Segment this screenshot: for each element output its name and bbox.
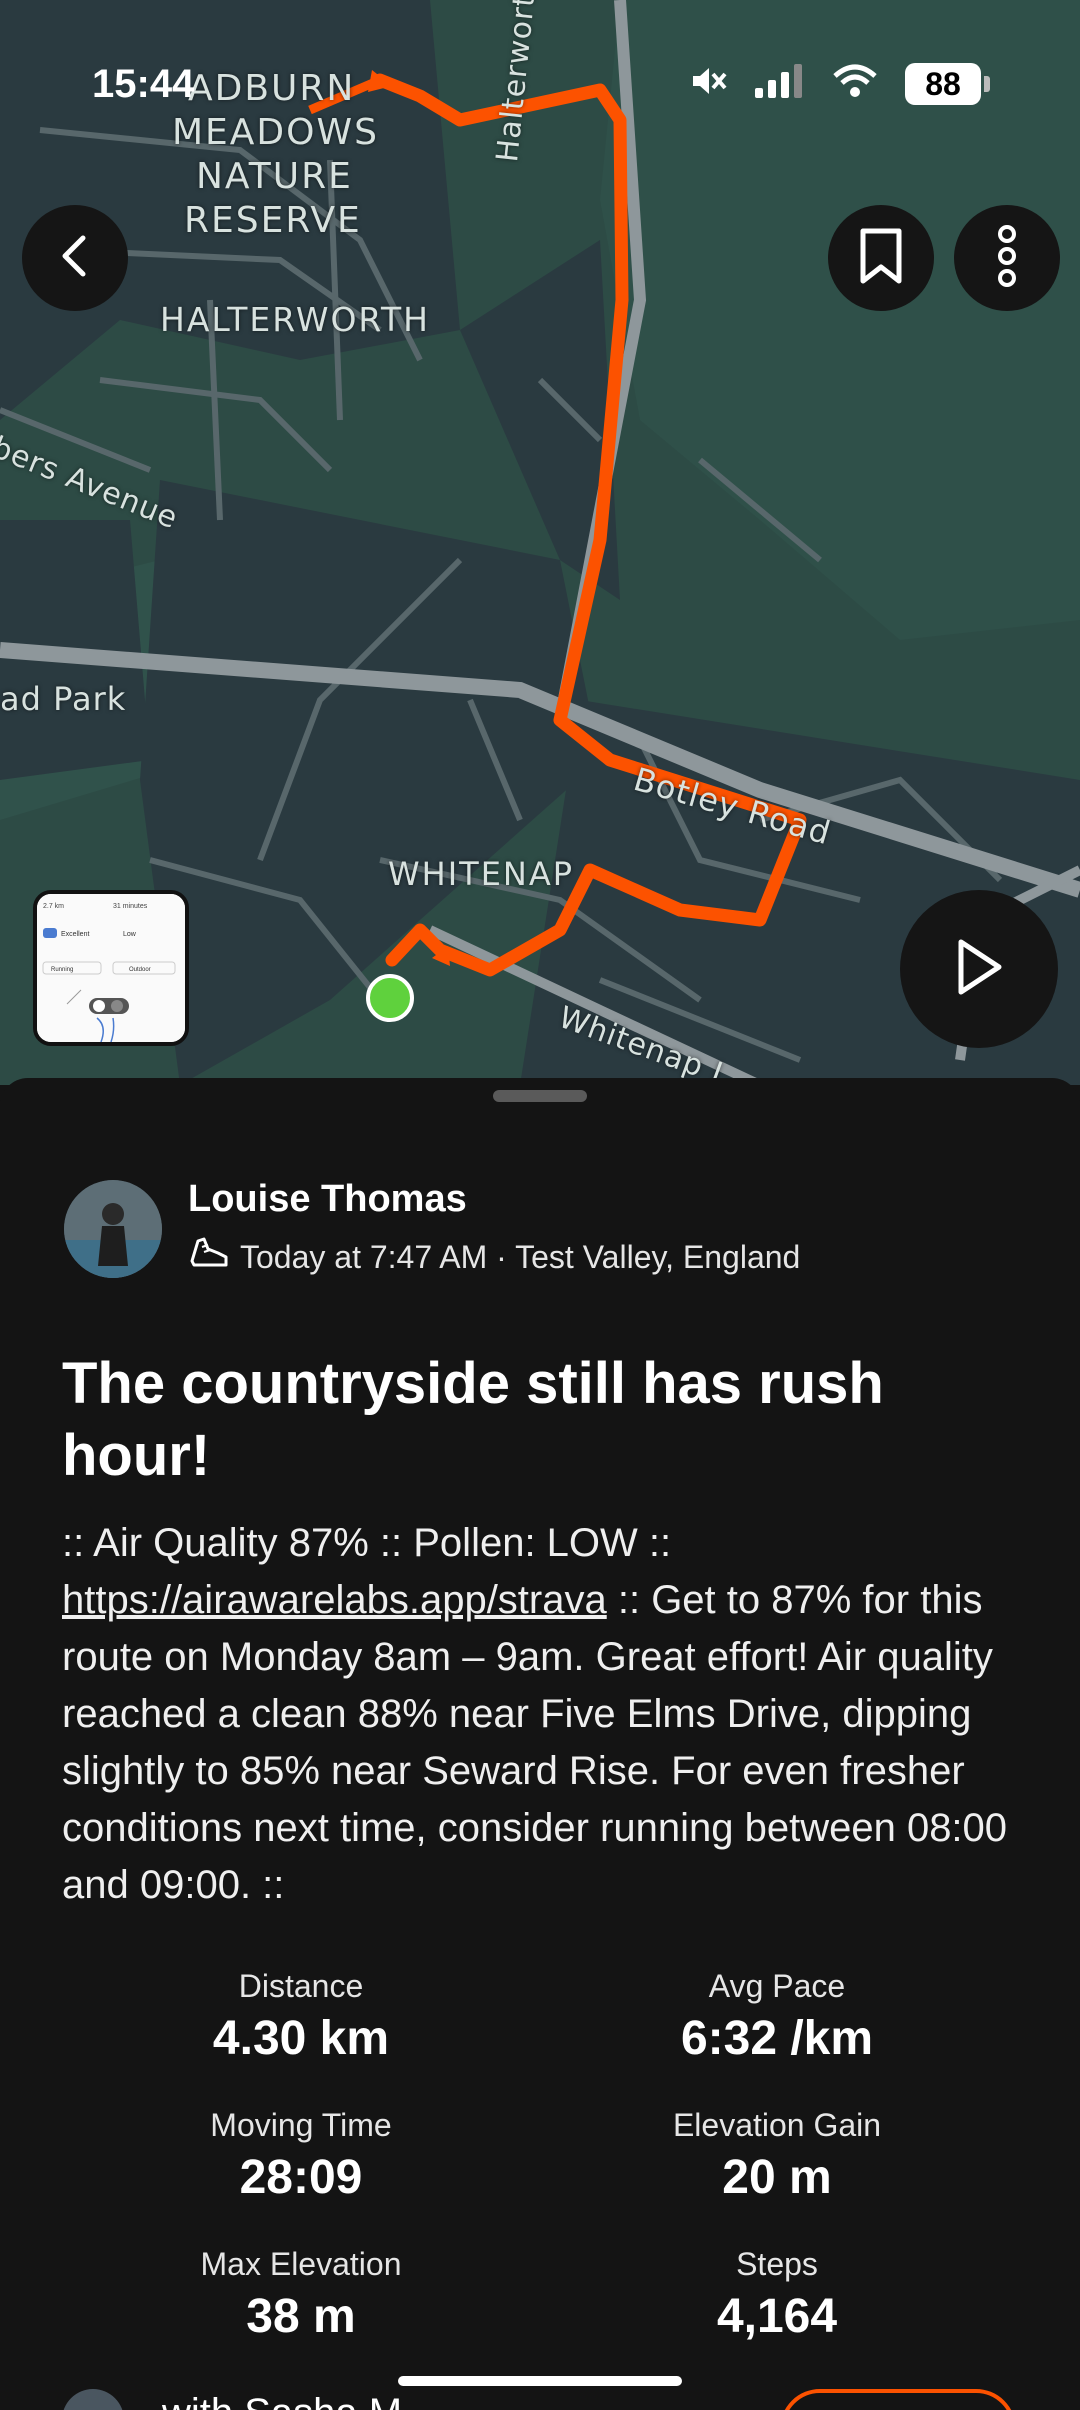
- sheet-drag-handle[interactable]: [493, 1090, 587, 1102]
- silent-mode-icon: [689, 62, 727, 105]
- activity-details-sheet[interactable]: Louise Thomas Today at 7:47 AM · Test Va…: [0, 1078, 1080, 2410]
- activity-meta: Today at 7:47 AM · Test Valley, England: [240, 1238, 801, 1275]
- stat-avg-pace: Avg Pace 6:32 /km: [577, 1968, 977, 2066]
- running-shoe-icon: [188, 1235, 230, 1279]
- stat-value: 4.30 km: [212, 2012, 390, 2065]
- map-label-whitenap: WHITENAP: [388, 855, 575, 893]
- thumb-distance: 2.7 km: [43, 903, 64, 910]
- bookmark-icon: [857, 227, 905, 290]
- status-time: 15:44: [92, 62, 195, 106]
- group-member-avatar[interactable]: [62, 2389, 124, 2410]
- description-suffix: :: Get to 87% for this route on Monday 8…: [62, 1578, 1008, 1907]
- route-map[interactable]: ADBURN MEADOWS NATURE RESERVE HALTERWORT…: [0, 0, 1080, 1085]
- stat-label: Avg Pace: [708, 1968, 846, 2004]
- more-vertical-icon: [995, 224, 1019, 293]
- athlete-name[interactable]: Louise Thomas: [188, 1178, 800, 1221]
- activity-photo-thumbnail[interactable]: 2.7 km 31 minutes Excellent Low Running …: [33, 890, 189, 1046]
- play-flyover-button[interactable]: [900, 890, 1058, 1048]
- description-link[interactable]: https://airawarelabs.app/strava: [62, 1578, 607, 1622]
- thumb-air: Excellent: [61, 931, 89, 938]
- stat-label: Elevation Gain: [672, 2107, 882, 2143]
- stat-moving-time: Moving Time 28:09: [101, 2107, 501, 2205]
- activity-description: :: Air Quality 87% :: Pollen: LOW :: htt…: [62, 1515, 1042, 1914]
- battery-icon: 88: [905, 62, 990, 105]
- chevron-left-icon: [53, 234, 97, 283]
- battery-level: 88: [905, 62, 981, 105]
- stat-label: Distance: [238, 1968, 364, 2004]
- thumb-time: 31 minutes: [113, 903, 148, 910]
- stat-elevation-gain: Elevation Gain 20 m: [577, 2107, 977, 2205]
- map-label-reserve-4: RESERVE: [184, 200, 362, 241]
- description-prefix: :: Air Quality 87% :: Pollen: LOW ::: [62, 1521, 672, 1565]
- thumb-activity-type: Running: [51, 967, 73, 973]
- wifi-icon: [831, 62, 879, 105]
- bookmark-button[interactable]: [828, 205, 934, 311]
- thumb-pollen: Low: [123, 931, 137, 938]
- stat-value: 28:09: [239, 2151, 363, 2204]
- stat-value: 20 m: [722, 2151, 832, 2204]
- stat-value: 4,164: [716, 2290, 838, 2343]
- stat-value: 6:32 /km: [680, 2012, 874, 2065]
- back-button[interactable]: [22, 205, 128, 311]
- athlete-avatar[interactable]: [64, 1179, 162, 1278]
- stat-label: Max Elevation: [200, 2246, 402, 2282]
- stat-distance: Distance 4.30 km: [101, 1968, 501, 2066]
- map-label-park: ad Park: [0, 680, 127, 718]
- map-label-halterworth: HALTERWORTH: [160, 300, 430, 339]
- activity-title: The countryside still has rush hour!: [62, 1351, 884, 1488]
- view-group-button[interactable]: View Group: [780, 2389, 1016, 2410]
- play-icon: [951, 936, 1007, 1003]
- home-indicator[interactable]: [398, 2376, 682, 2386]
- signal-icon: [753, 62, 805, 105]
- status-bar: 15:44 88: [0, 0, 1080, 140]
- map-label-reserve-3: NATURE: [196, 156, 353, 197]
- stat-value: 38 m: [246, 2290, 356, 2343]
- stat-max-elevation: Max Elevation 38 m: [101, 2246, 501, 2344]
- thumbnail-image: 2.7 km 31 minutes Excellent Low Running …: [37, 894, 185, 1042]
- more-options-button[interactable]: [954, 205, 1060, 311]
- stat-steps: Steps 4,164: [577, 2246, 977, 2344]
- athlete-header[interactable]: Louise Thomas Today at 7:47 AM · Test Va…: [64, 1178, 800, 1279]
- thumb-environment: Outdoor: [129, 967, 151, 973]
- stat-label: Moving Time: [210, 2107, 392, 2143]
- group-text: with Sasha M: [162, 2391, 402, 2410]
- stat-label: Steps: [736, 2246, 818, 2282]
